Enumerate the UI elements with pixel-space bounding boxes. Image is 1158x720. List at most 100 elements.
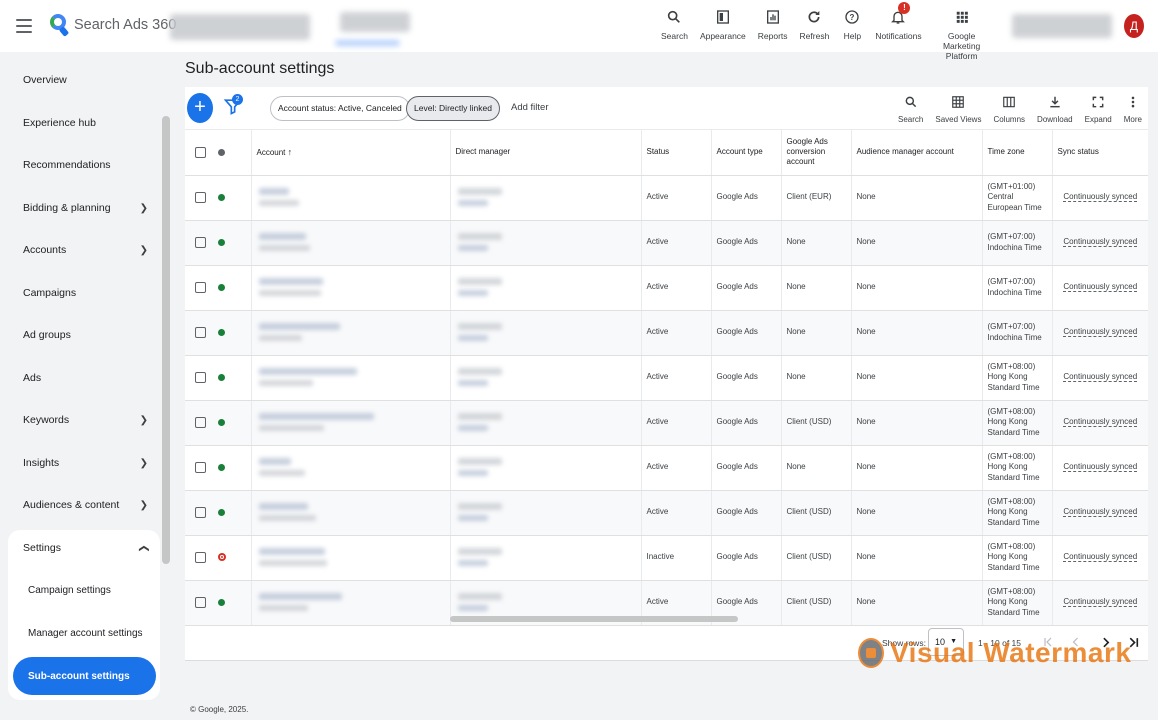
row-checkbox[interactable] [194,236,206,248]
sync-status-link[interactable]: Continuously synced [1063,192,1138,203]
column-header-audience-manager[interactable]: Audience manager account [851,130,983,176]
sidebar-scrollbar[interactable] [162,116,170,564]
column-header-time-zone[interactable]: Time zone [982,130,1053,176]
account-cell[interactable] [251,535,451,581]
saved-views-button[interactable]: Saved Views [929,93,987,124]
top-search-button[interactable]: Search [655,6,694,61]
direct-manager-cell[interactable] [450,265,642,311]
main-menu-button[interactable] [14,16,34,36]
row-checkbox[interactable] [194,326,206,338]
column-header-account[interactable]: Account ↑ [251,130,451,176]
account-selector-redacted[interactable] [340,12,410,32]
sidebar-item-settings[interactable]: Settings ❯ [8,528,160,568]
account-name-redacted[interactable] [170,14,310,40]
column-header-conversion-account[interactable]: Google Ads conversion account [781,130,852,176]
sidebar-item-accounts[interactable]: Accounts ❯ [8,230,160,270]
row-checkbox[interactable] [194,416,206,428]
table-row[interactable]: Active Google Ads Client (USD) None (GMT+08:… [185,400,1148,446]
horizontal-scrollbar[interactable] [450,616,738,622]
direct-manager-cell[interactable] [450,490,642,536]
google-marketing-platform-button[interactable]: Google Marketing Platform [928,6,996,61]
column-header-direct-manager[interactable]: Direct manager [450,130,642,176]
direct-manager-cell[interactable] [450,400,642,446]
filter-chip-account-status[interactable]: Account status: Active, Canceled [270,96,410,121]
sidebar-subitem-campaign-settings[interactable]: Campaign settings [13,571,156,609]
column-header-sync-status[interactable]: Sync status [1052,130,1148,176]
direct-manager-cell[interactable] [450,445,642,491]
table-row[interactable]: Active Google Ads Client (EUR) None (GMT+01:… [185,175,1148,221]
sidebar-item-ad-groups[interactable]: Ad groups [8,315,160,355]
direct-manager-cell[interactable] [450,310,642,356]
table-search-button[interactable]: Search [892,93,929,124]
account-cell[interactable] [251,220,451,266]
sync-status-link[interactable]: Continuously synced [1063,597,1138,608]
row-checkbox[interactable] [194,461,206,473]
column-header-status[interactable]: Status [641,130,712,176]
sync-status-link[interactable]: Continuously synced [1063,237,1138,248]
download-button[interactable]: Download [1031,93,1079,124]
direct-manager-cell[interactable] [450,535,642,581]
row-checkbox[interactable] [194,191,206,203]
table-row[interactable]: Active Google Ads None None (GMT+08:00) Hong… [185,355,1148,401]
account-cell[interactable] [251,580,451,626]
sidebar-item-bidding-planning[interactable]: Bidding & planning ❯ [8,188,160,228]
app-logo[interactable]: Search Ads 360 [50,14,176,37]
row-checkbox[interactable] [194,281,206,293]
sync-status-link[interactable]: Continuously synced [1063,462,1138,473]
sync-status-link[interactable]: Continuously synced [1063,372,1138,383]
column-header-account-type[interactable]: Account type [711,130,782,176]
refresh-button[interactable]: Refresh [794,6,836,61]
account-cell[interactable] [251,445,451,491]
sidebar-item-campaigns[interactable]: Campaigns [8,273,160,313]
appearance-button[interactable]: Appearance [694,6,752,61]
sidebar-item-ads[interactable]: Ads [8,358,160,398]
table-row[interactable]: Active Google Ads None None (GMT+07:00) Indo… [185,310,1148,356]
filter-chip-level[interactable]: Level: Directly linked [406,96,500,121]
account-cell[interactable] [251,175,451,221]
help-button[interactable]: ? Help [835,6,869,61]
audience-manager-cell: None [851,400,983,446]
sidebar-subitem-sub-account-settings[interactable]: Sub-account settings [13,657,156,695]
direct-manager-cell[interactable] [450,355,642,401]
account-cell[interactable] [251,310,451,356]
table-row[interactable]: Active Google Ads None None (GMT+08:00) Hong… [185,445,1148,491]
sidebar-item-insights[interactable]: Insights ❯ [8,443,160,483]
row-checkbox[interactable] [194,371,206,383]
sidebar-item-recommendations[interactable]: Recommendations [8,145,160,185]
select-all-checkbox[interactable] [194,146,206,158]
sync-status-link[interactable]: Continuously synced [1063,507,1138,518]
columns-button[interactable]: Columns [987,93,1031,124]
sidebar-item-experience-hub[interactable]: Experience hub [8,103,160,143]
sidebar-subitem-manager-account-settings[interactable]: Manager account settings [13,614,156,652]
more-button[interactable]: More [1118,93,1148,124]
table-row[interactable]: Active Google Ads Client (USD) None (GMT+08:… [185,490,1148,536]
account-selector-underline [335,40,400,46]
notifications-button[interactable]: ! Notifications [869,2,927,61]
sync-status-link[interactable]: Continuously synced [1063,282,1138,293]
account-cell[interactable] [251,355,451,401]
table-row[interactable]: Active Google Ads None None (GMT+07:00) Indo… [185,220,1148,266]
table-row[interactable]: Inactive Google Ads Client (USD) None (GMT+0… [185,535,1148,581]
row-checkbox[interactable] [194,506,206,518]
sync-status-link[interactable]: Continuously synced [1063,417,1138,428]
add-button[interactable]: + [187,93,213,123]
sidebar-item-audiences-content[interactable]: Audiences & content ❯ [8,485,160,525]
direct-manager-cell[interactable] [450,175,642,221]
help-icon: ? [841,6,863,28]
sync-status-link[interactable]: Continuously synced [1063,552,1138,563]
reports-button[interactable]: Reports [752,6,794,61]
account-cell[interactable] [251,490,451,536]
direct-manager-cell[interactable] [450,220,642,266]
sync-status-link[interactable]: Continuously synced [1063,327,1138,338]
sidebar-item-keywords[interactable]: Keywords ❯ [8,400,160,440]
row-checkbox[interactable] [194,551,206,563]
row-checkbox[interactable] [194,596,206,608]
table-row[interactable]: Active Google Ads None None (GMT+07:00) Indo… [185,265,1148,311]
account-cell[interactable] [251,400,451,446]
expand-button[interactable]: Expand [1079,93,1118,124]
status-dot-icon [218,328,225,336]
avatar[interactable]: Д [1124,14,1144,38]
account-cell[interactable] [251,265,451,311]
sidebar-item-overview[interactable]: Overview [8,60,160,100]
add-filter-button[interactable]: Add filter [511,102,549,113]
